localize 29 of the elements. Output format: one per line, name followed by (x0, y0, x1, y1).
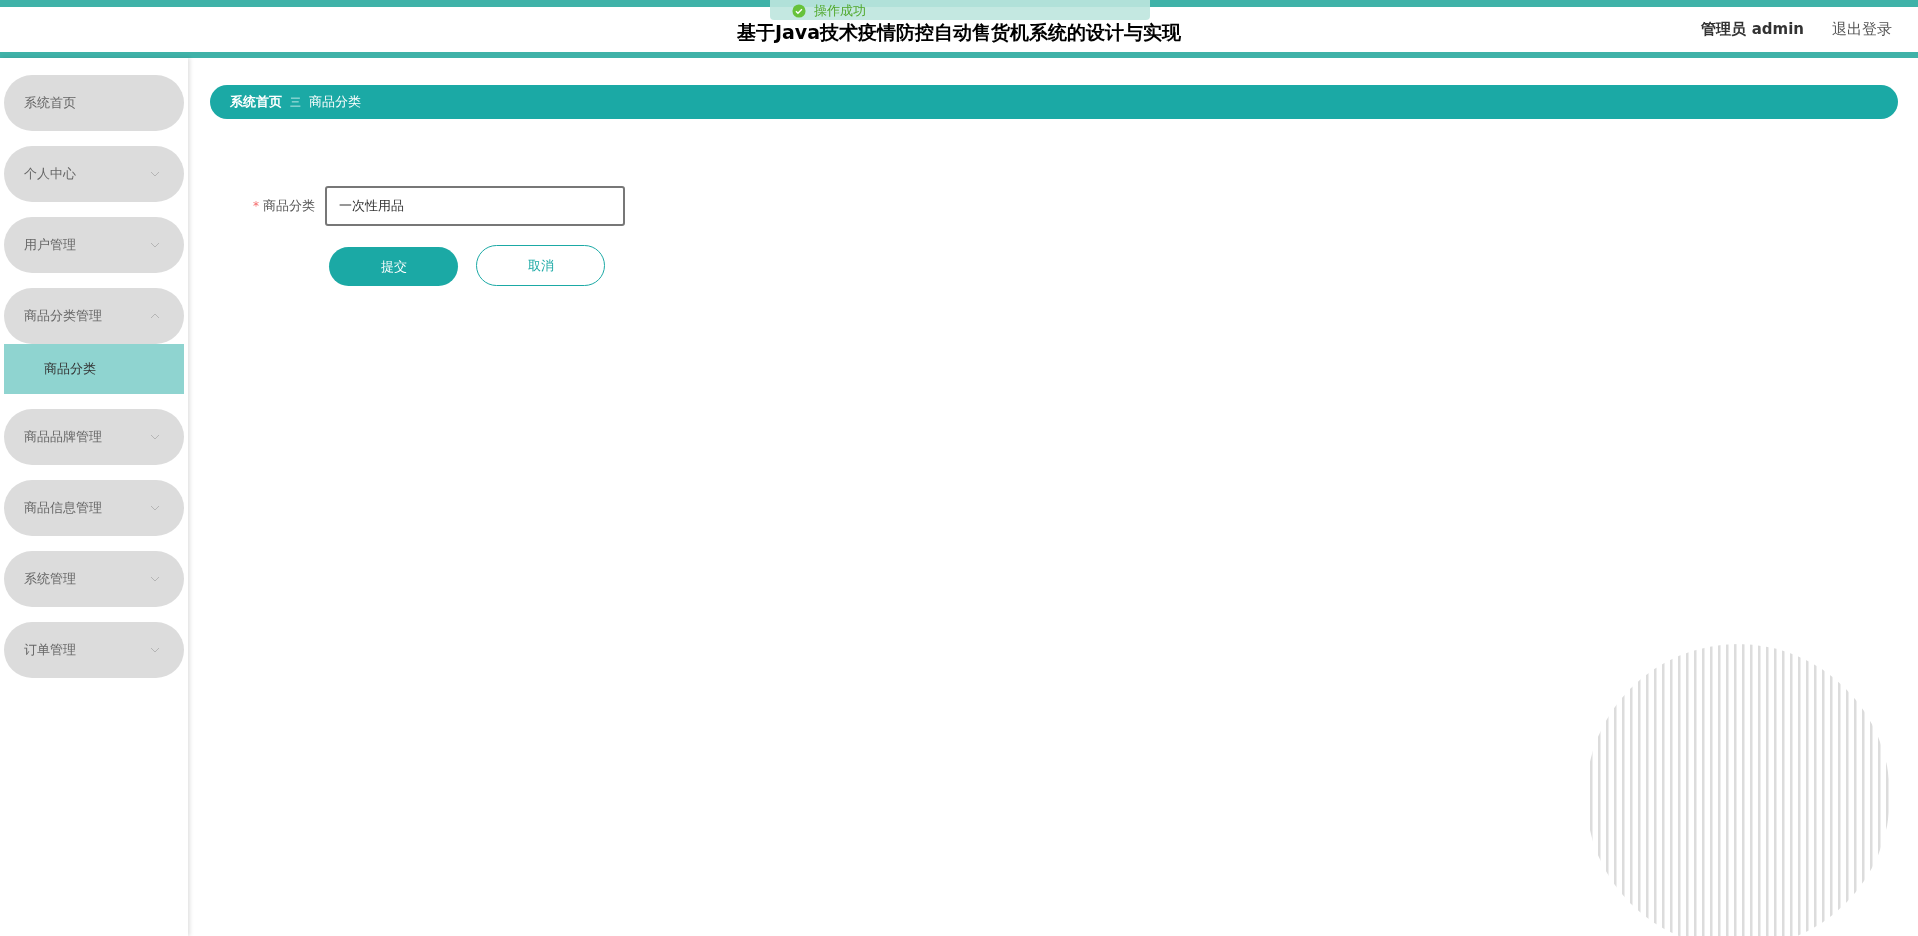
field-label: 商品分类 (263, 197, 315, 215)
sidebar-item[interactable]: 用户管理 (4, 217, 184, 273)
chevron-down-icon (150, 647, 160, 653)
page-title: 基于Java技术疫情防控自动售货机系统的设计与实现 (736, 21, 1182, 43)
chevron-down-icon (150, 171, 160, 177)
user-name: 管理员 admin (1701, 20, 1804, 39)
sidebar-item[interactable]: 商品品牌管理 (4, 409, 184, 465)
sidebar-item[interactable]: 个人中心 (4, 146, 184, 202)
chevron-down-icon (150, 576, 160, 582)
submit-button[interactable]: 提交 (329, 247, 458, 286)
toast-message: 操作成功 (814, 4, 866, 18)
sidebar-item[interactable]: 商品信息管理 (4, 480, 184, 536)
category-input[interactable]: 一次性用品 (325, 186, 625, 226)
sidebar-item[interactable]: 订单管理 (4, 622, 184, 678)
chevron-up-icon (150, 313, 160, 319)
cancel-button[interactable]: 取消 (476, 245, 605, 286)
breadcrumb-link[interactable]: 商品分类 (309, 93, 361, 111)
breadcrumb-separator: 三 (290, 94, 301, 110)
logout-link[interactable]: 退出登录 (1832, 20, 1892, 39)
breadcrumb-link[interactable]: 系统首页 (230, 93, 282, 111)
sidebar-subitem[interactable]: 商品分类 (4, 344, 184, 394)
sidebar-item[interactable]: 商品分类管理 (4, 288, 184, 344)
chevron-down-icon (150, 505, 160, 511)
sidebar-item[interactable]: 系统管理 (4, 551, 184, 607)
sidebar-item[interactable]: 系统首页 (4, 75, 184, 131)
chevron-down-icon (150, 434, 160, 440)
chevron-down-icon (150, 242, 160, 248)
check-circle-icon (792, 4, 806, 18)
required-mark: * (253, 199, 259, 213)
